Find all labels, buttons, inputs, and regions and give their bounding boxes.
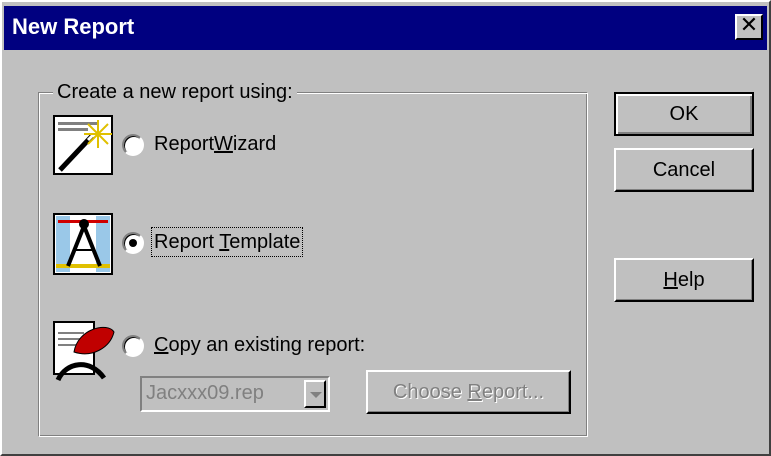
cancel-button[interactable]: Cancel	[614, 148, 754, 192]
copy-existing-label[interactable]: Copy an existing report:	[154, 333, 365, 357]
radio-report-template[interactable]	[122, 232, 144, 254]
close-button[interactable]: ✕	[735, 14, 763, 40]
dialog-title: New Report	[12, 14, 135, 39]
existing-report-value: Jacxxx09.rep	[146, 382, 264, 404]
magic-wand-icon	[53, 115, 113, 175]
drafting-compass-icon	[53, 213, 113, 275]
existing-report-select[interactable]: Jacxxx09.rep	[140, 376, 330, 412]
report-template-label[interactable]: Report Template	[150, 227, 304, 257]
radio-report-wizard[interactable]	[122, 134, 144, 156]
close-icon: ✕	[739, 13, 759, 38]
choose-report-button[interactable]: Choose Report...	[366, 370, 571, 414]
ok-button[interactable]: OK	[614, 92, 754, 136]
report-wizard-label[interactable]: ReportWizard	[154, 132, 276, 156]
copy-report-icon	[53, 321, 115, 382]
radio-copy-existing[interactable]	[122, 335, 144, 357]
help-button[interactable]: Help	[614, 258, 754, 302]
group-legend: Create a new report using:	[53, 80, 297, 104]
title-bar[interactable]: New Report ✕	[4, 6, 767, 50]
new-report-dialog: New Report ✕ Create a new report using: …	[0, 0, 771, 456]
chevron-down-icon[interactable]	[304, 380, 326, 408]
